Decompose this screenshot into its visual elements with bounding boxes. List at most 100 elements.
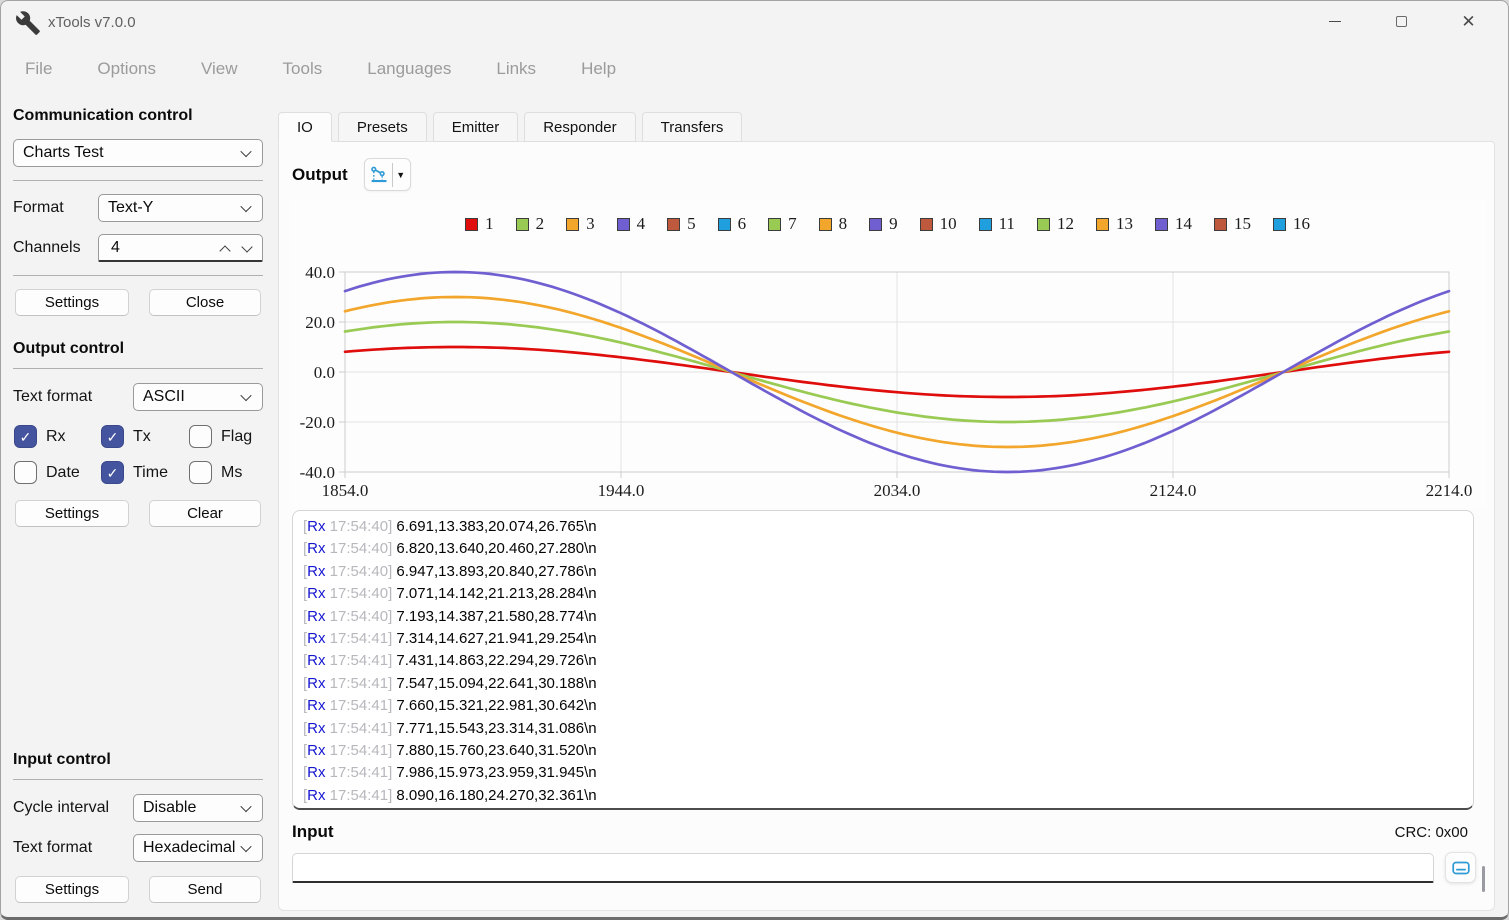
menu-links[interactable]: Links (496, 59, 536, 79)
legend-item-13[interactable]: 13 (1096, 214, 1133, 234)
chevron-down-icon (240, 146, 251, 157)
legend-item-12[interactable]: 12 (1037, 214, 1074, 234)
input-send-button[interactable]: Send (149, 876, 261, 903)
channels-spinner[interactable]: 4 (98, 234, 263, 262)
legend-item-16[interactable]: 16 (1273, 214, 1310, 234)
output-section-title: Output (292, 165, 348, 185)
legend-item-3[interactable]: 3 (566, 214, 595, 234)
output-text-format-dropdown[interactable]: ASCII (133, 383, 263, 411)
legend-item-6[interactable]: 6 (718, 214, 747, 234)
cycle-interval-dropdown[interactable]: Disable (133, 794, 263, 822)
chart-view-button[interactable]: ▼ (364, 158, 411, 191)
close-button[interactable]: ✕ (1435, 1, 1502, 41)
divider (13, 275, 263, 276)
tab-transfers[interactable]: Transfers (642, 112, 743, 142)
output-log[interactable]: [Rx 17:54:40] 6.691,13.383,20.074,26.765… (292, 510, 1474, 810)
minimize-button[interactable] (1301, 1, 1368, 41)
log-values: 6.691,13.383,20.074,26.765\n (396, 518, 596, 535)
chevron-down-icon[interactable] (241, 241, 252, 252)
comm-close-button[interactable]: Close (149, 289, 261, 316)
legend-item-5[interactable]: 5 (667, 214, 696, 234)
legend-swatch (1096, 218, 1109, 231)
log-line: [Rx 17:54:40] 6.947,13.893,20.840,27.786… (303, 561, 1463, 583)
input-field[interactable] (292, 853, 1434, 883)
output-flags-group: ✓ Rx ✓TxFlag Date✓Time Ms (14, 425, 263, 484)
maximize-button[interactable] (1368, 1, 1435, 41)
legend-swatch (465, 218, 478, 231)
format-label: Format (13, 199, 64, 217)
comm-settings-button[interactable]: Settings (15, 289, 129, 316)
input-text-format-value: Hexadecimal (143, 839, 235, 857)
tab-bar: IO Presets Emitter Responder Transfers (278, 112, 742, 142)
window-controls: ✕ (1301, 1, 1502, 41)
menu-file[interactable]: File (25, 59, 52, 79)
checkbox-label: Rx (46, 428, 66, 446)
checkbox-date[interactable]: Date (14, 461, 101, 484)
legend-item-14[interactable]: 14 (1155, 214, 1192, 234)
checkbox-label: Ms (221, 464, 242, 482)
log-line: [Rx 17:54:41] 7.547,15.094,22.641,30.188… (303, 673, 1463, 695)
log-scrollbar[interactable] (1482, 866, 1485, 892)
checkbox-tx[interactable]: ✓Tx (101, 425, 189, 448)
log-rx-tag: Rx (307, 652, 325, 669)
chart-ylabel: -20.0 (300, 413, 335, 432)
legend-swatch (869, 218, 882, 231)
checkbox-flag[interactable]: Flag (189, 425, 263, 448)
log-timestamp: 17:54:40] (326, 585, 397, 602)
legend-label: 10 (940, 214, 957, 234)
legend-item-8[interactable]: 8 (819, 214, 848, 234)
input-text-format-dropdown[interactable]: Hexadecimal (133, 834, 263, 862)
maximize-icon (1396, 16, 1407, 27)
communication-control-header: Communication control (13, 107, 263, 125)
close-icon: ✕ (1461, 13, 1475, 30)
check-icon: ✓ (107, 430, 119, 444)
legend-item-9[interactable]: 9 (869, 214, 898, 234)
log-rx-tag: Rx (307, 540, 325, 557)
menu-languages[interactable]: Languages (367, 59, 451, 79)
legend-item-15[interactable]: 15 (1214, 214, 1251, 234)
menu-help[interactable]: Help (581, 59, 616, 79)
legend-item-11[interactable]: 11 (979, 214, 1015, 234)
checkbox-rx[interactable]: ✓ Rx (14, 425, 101, 448)
output-clear-button[interactable]: Clear (149, 500, 261, 527)
log-line: [Rx 17:54:40] 7.193,14.387,21.580,28.774… (303, 606, 1463, 628)
checkbox-box[interactable]: ✓ (101, 425, 124, 448)
legend-label: 1 (485, 214, 494, 234)
tab-io[interactable]: IO (278, 112, 332, 142)
chevron-up-icon[interactable] (219, 245, 230, 256)
checkbox-ms[interactable]: Ms (189, 461, 263, 484)
checkbox-box[interactable] (189, 425, 212, 448)
log-line: [Rx 17:54:41] 7.880,15.760,23.640,31.520… (303, 740, 1463, 762)
log-values: 7.771,15.543,23.314,31.086\n (396, 720, 596, 737)
legend-swatch (768, 218, 781, 231)
dropdown-arrow-icon[interactable]: ▼ (396, 170, 405, 180)
legend-item-1[interactable]: 1 (465, 214, 494, 234)
checkbox-box[interactable] (189, 461, 212, 484)
checkbox-box[interactable]: ✓ (101, 461, 124, 484)
log-line: [Rx 17:54:41] 7.314,14.627,21.941,29.254… (303, 628, 1463, 650)
input-section-title: Input (292, 822, 334, 842)
checkbox-box[interactable] (14, 461, 37, 484)
input-format-button[interactable] (1445, 852, 1476, 883)
legend-label: 15 (1234, 214, 1251, 234)
checkbox-box[interactable]: ✓ (14, 425, 37, 448)
tab-emitter[interactable]: Emitter (433, 112, 519, 142)
log-timestamp: 17:54:41] (326, 787, 397, 804)
tab-responder[interactable]: Responder (524, 112, 635, 142)
format-dropdown[interactable]: Text-Y (98, 194, 263, 222)
menu-options[interactable]: Options (97, 59, 156, 79)
legend-label: 2 (536, 214, 545, 234)
menu-tools[interactable]: Tools (283, 59, 323, 79)
legend-item-4[interactable]: 4 (617, 214, 646, 234)
legend-item-7[interactable]: 7 (768, 214, 797, 234)
input-settings-button[interactable]: Settings (15, 876, 129, 903)
tab-presets[interactable]: Presets (338, 112, 427, 142)
checkbox-time[interactable]: ✓Time (101, 461, 189, 484)
device-type-dropdown[interactable]: Charts Test (13, 139, 263, 167)
legend-item-2[interactable]: 2 (516, 214, 545, 234)
log-values: 7.071,14.142,21.213,28.284\n (396, 585, 596, 602)
output-settings-button[interactable]: Settings (15, 500, 129, 527)
menu-view[interactable]: View (201, 59, 238, 79)
legend-item-10[interactable]: 10 (920, 214, 957, 234)
crc-value: 0x00 (1435, 824, 1468, 841)
